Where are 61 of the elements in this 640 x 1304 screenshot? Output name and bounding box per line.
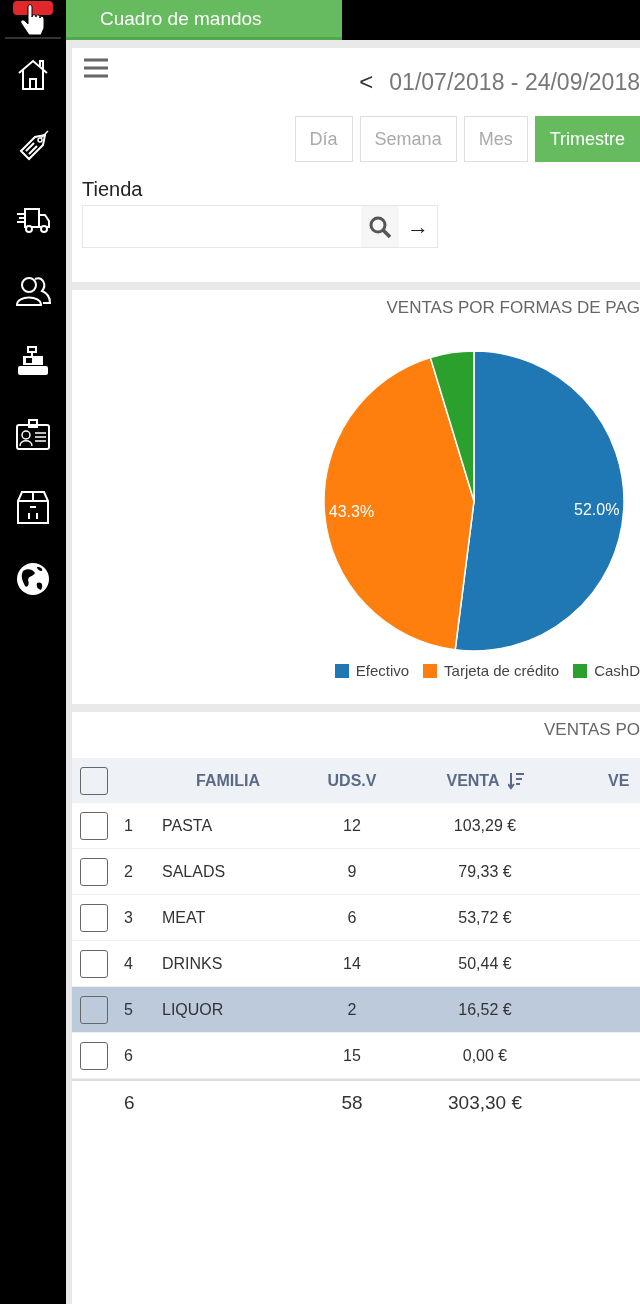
total-cell-text: 58 — [340, 1092, 364, 1114]
table-cell-text: 53,72 € — [457, 908, 513, 927]
slice-label: 43.3% — [328, 503, 375, 521]
table-row[interactable]: 2 SALADS 9 79,33 € — [72, 849, 640, 895]
table-cell-text: LIQUOR — [161, 1000, 225, 1019]
row-number: 1 — [123, 816, 134, 835]
table-cell-text: 16,52 € — [457, 1000, 513, 1019]
id-card-icon[interactable] — [15, 417, 51, 453]
globe-icon[interactable] — [15, 561, 51, 597]
table-cell-text: 103,29 € — [452, 816, 518, 835]
store-search-field[interactable]: → — [82, 205, 438, 248]
table-cell-text: PASTA — [161, 816, 214, 835]
table-cell-text: 0,00 € — [461, 1046, 509, 1065]
row-checkbox[interactable] — [80, 857, 108, 886]
row-checkbox[interactable] — [80, 1041, 108, 1070]
row-number: 4 — [123, 954, 134, 973]
legend-item[interactable]: Efectivo — [334, 662, 410, 679]
column-header[interactable]: UDS.V — [306, 771, 398, 790]
previous-button[interactable]: < — [353, 68, 380, 96]
table-cell-text: 15 — [342, 1046, 362, 1065]
row-number: 6 — [123, 1046, 134, 1065]
table-cell-text: MEAT — [161, 908, 207, 927]
row-checkbox[interactable] — [80, 949, 108, 978]
total-count: 6 — [123, 1092, 136, 1114]
hand-pointer-icon[interactable] — [13, 1, 53, 37]
row-checkbox[interactable] — [80, 903, 108, 932]
table-cell-text: 2 — [346, 1000, 358, 1019]
row-checkbox[interactable] — [80, 811, 108, 840]
table-cell-text: 14 — [342, 954, 362, 973]
slice-label: 52.0% — [574, 500, 620, 518]
column-header[interactable]: FAMILIA — [150, 771, 306, 790]
table-row[interactable]: 6 15 0,00 € — [72, 1033, 640, 1079]
sort-icon[interactable] — [507, 771, 524, 790]
row-number: 3 — [123, 908, 134, 927]
table-title: VENTAS PO — [543, 719, 640, 741]
date-range[interactable]: 01/07/2018 - 24/09/2018 — [389, 68, 640, 96]
table-row[interactable]: 5 LIQUOR 2 16,52 € — [72, 987, 640, 1033]
table-cell-text: 50,44 € — [457, 954, 513, 973]
legend-item[interactable]: Tarjeta de crédito — [423, 662, 560, 679]
search-icon[interactable] — [368, 214, 392, 239]
table-cell-text: SALADS — [161, 862, 227, 881]
column-header[interactable]: VENTA — [398, 771, 572, 790]
box-icon[interactable] — [15, 489, 51, 525]
table-cell-text: 12 — [342, 816, 362, 835]
column-header[interactable]: VE — [572, 771, 640, 790]
search-button[interactable] — [361, 206, 399, 247]
legend-item[interactable]: CashD — [573, 662, 640, 679]
table-row[interactable]: 1 PASTA 12 103,29 € — [72, 803, 640, 849]
select-all-checkbox[interactable] — [80, 766, 108, 795]
table-cell-text: 6 — [346, 908, 358, 927]
row-number: 2 — [123, 862, 134, 881]
table-row[interactable]: 3 MEAT 6 53,72 € — [72, 895, 640, 941]
menu-icon[interactable] — [84, 58, 108, 78]
chart-title: VENTAS POR FORMAS DE PAG — [386, 298, 640, 318]
store-label: Tienda — [82, 178, 144, 201]
row-number: 5 — [123, 1000, 134, 1019]
total-cell-text: 303,30 € — [447, 1092, 523, 1114]
table-cell-text: DRINKS — [161, 954, 224, 973]
table-cell-text: 79,33 € — [457, 862, 513, 881]
table-cell-text: 9 — [346, 862, 358, 881]
row-checkbox[interactable] — [80, 995, 108, 1024]
